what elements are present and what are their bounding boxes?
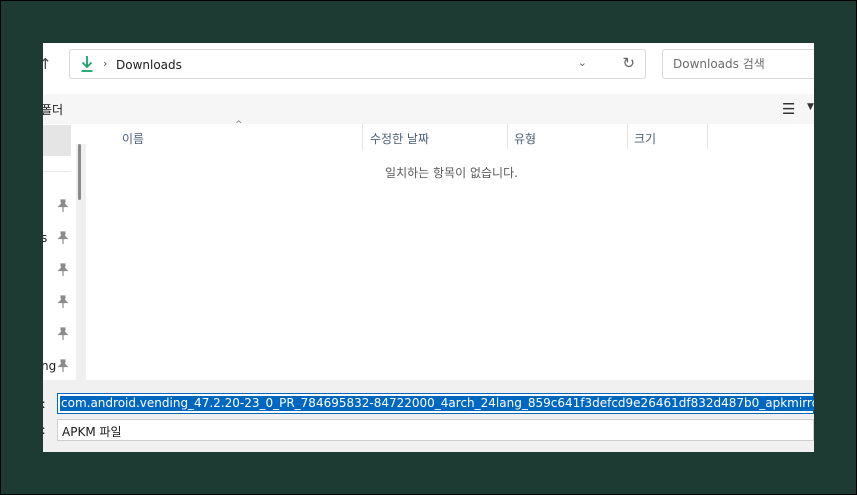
file-list: 이름 ^ 수정한 날짜 유형 크기 일치하는 항목이 없습니다. <box>89 120 814 380</box>
chevron-down-icon[interactable]: ⌄ <box>578 56 587 69</box>
nav-item-quick-access[interactable] <box>43 325 71 345</box>
pin-icon <box>57 199 69 212</box>
nav-item-quick-access[interactable] <box>43 197 71 217</box>
file-type-label: ): <box>43 423 46 437</box>
view-options-icon[interactable]: ☰ <box>782 100 795 118</box>
up-arrow-icon[interactable]: ↑ <box>43 55 52 73</box>
column-header-label: 크기 <box>634 132 657 146</box>
nav-scrollbar-thumb[interactable] <box>78 144 81 200</box>
pin-icon <box>57 359 69 372</box>
view-options-caret-icon[interactable]: ▼ <box>807 102 814 112</box>
column-header-label: 수정한 날짜 <box>370 132 430 146</box>
nav-divider <box>43 171 71 172</box>
breadcrumb-separator: › <box>103 57 108 70</box>
new-folder-button-partial[interactable]: 폴더 <box>43 101 63 118</box>
nav-item-quick-access[interactable]: s <box>43 229 71 249</box>
empty-folder-message: 일치하는 항목이 없습니다. <box>385 166 518 180</box>
address-bar[interactable]: › Downloads ⌄ ↻ <box>69 49 646 79</box>
column-header-label: 이름 <box>122 132 145 146</box>
download-arrow-icon <box>81 56 93 72</box>
column-separator[interactable] <box>627 124 628 150</box>
column-separator[interactable] <box>362 124 363 150</box>
nav-item-selected[interactable] <box>43 125 71 156</box>
breadcrumb-downloads[interactable]: Downloads <box>116 58 182 72</box>
toolbar: 폴더 ☰ ▼ <box>43 94 814 124</box>
navigation-pane: s ng <box>43 124 88 380</box>
search-input[interactable] <box>671 56 814 72</box>
file-type-select[interactable]: APKM 파일 <box>57 419 814 441</box>
pin-icon <box>57 327 69 340</box>
column-separator[interactable] <box>507 124 508 150</box>
filename-field[interactable]: com.android.vending_47.2.20-23_0_PR_7846… <box>57 393 814 414</box>
sort-ascending-icon: ^ <box>235 120 243 130</box>
search-box[interactable] <box>662 49 814 79</box>
column-header-label: 유형 <box>514 132 537 146</box>
nav-item-quick-access[interactable] <box>43 293 71 313</box>
nav-item-label: s <box>43 231 48 245</box>
pin-icon <box>57 263 69 276</box>
nav-item-label: ng <box>43 359 57 373</box>
pin-icon <box>57 295 69 308</box>
pin-icon <box>57 231 69 244</box>
filename-value[interactable]: com.android.vending_47.2.20-23_0_PR_7846… <box>60 396 814 411</box>
save-form: ): com.android.vending_47.2.20-23_0_PR_7… <box>43 380 814 452</box>
nav-scrollbar[interactable] <box>76 144 86 380</box>
file-type-value: APKM 파일 <box>62 425 122 439</box>
column-header-size[interactable]: 크기 <box>634 124 707 150</box>
refresh-icon[interactable]: ↻ <box>622 54 635 72</box>
column-separator[interactable] <box>707 124 708 150</box>
filename-label: ): <box>43 397 46 411</box>
nav-item-quick-access[interactable]: ng <box>43 357 71 377</box>
column-header-date-modified[interactable]: 수정한 날짜 <box>370 124 507 150</box>
save-dialog: ↑ › Downloads ⌄ ↻ 폴더 ☰ ▼ s <box>43 43 814 452</box>
column-header-type[interactable]: 유형 <box>514 124 627 150</box>
nav-item-quick-access[interactable] <box>43 261 71 281</box>
